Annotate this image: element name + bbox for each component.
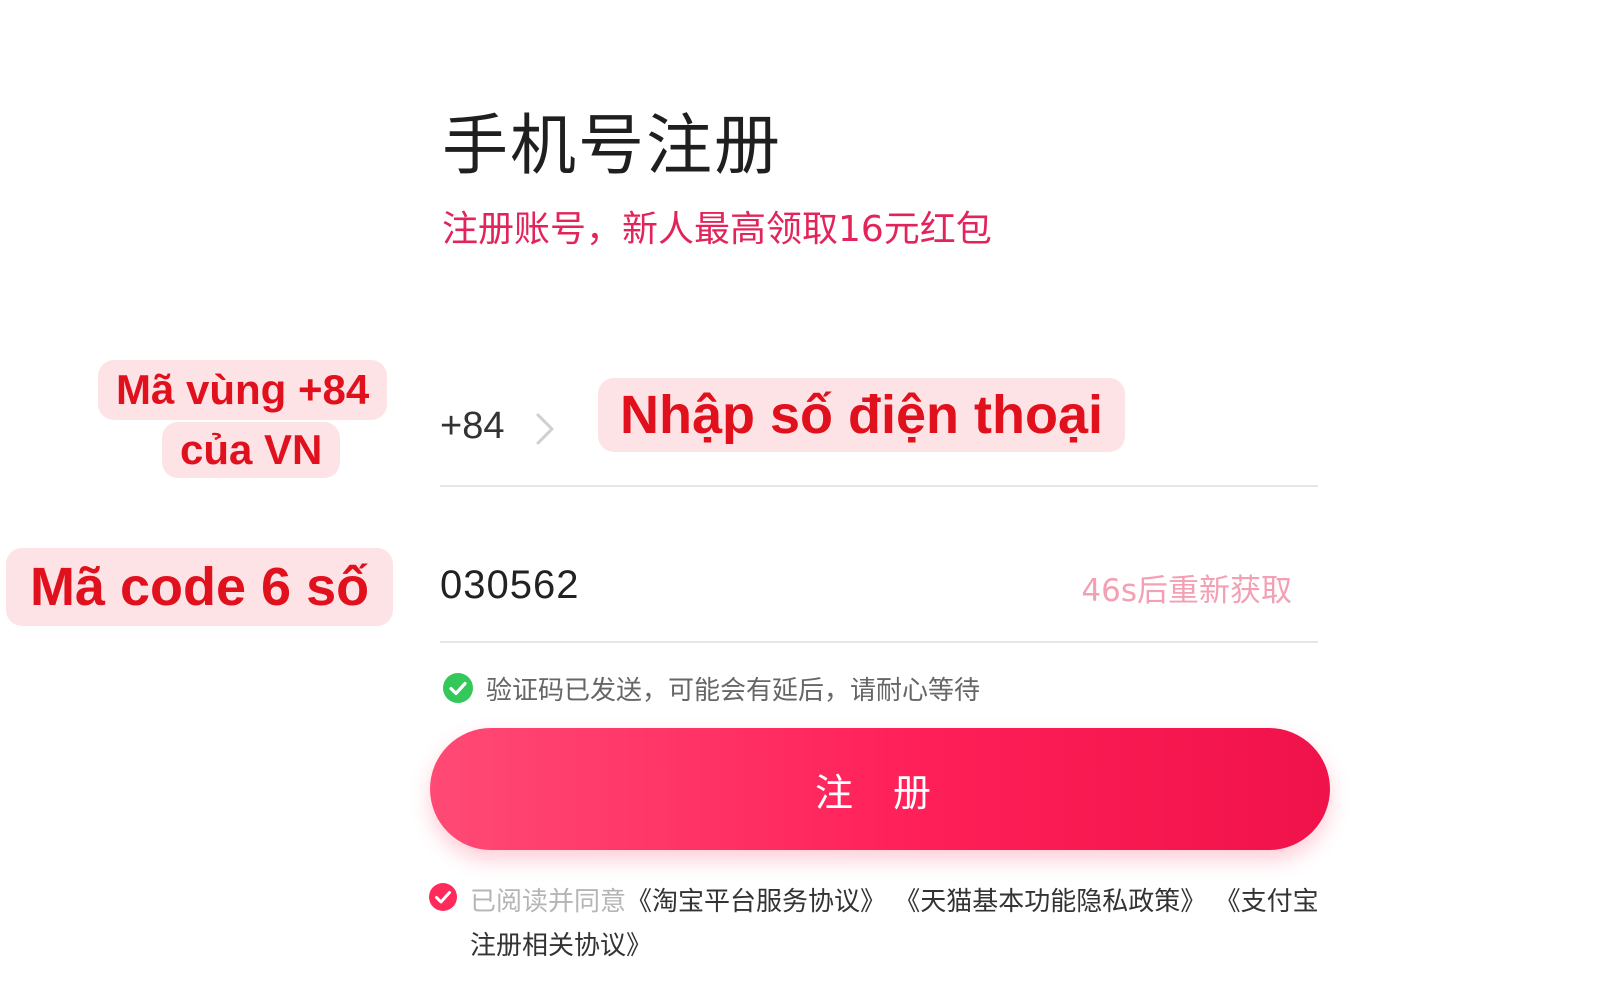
agreement-text: 已阅读并同意《淘宝平台服务协议》 《天猫基本功能隐私政策》 《支付宝注册相关协议… <box>470 880 1340 968</box>
code-sent-text: 验证码已发送，可能会有延后，请耐心等待 <box>486 675 981 706</box>
code-annotation: Mã code 6 số <box>6 548 394 626</box>
register-button-label: 注 册 <box>814 770 946 815</box>
code-sent-notice: 验证码已发送，可能会有延后，请耐心等待 <box>442 668 980 708</box>
promo-subtitle: 注册账号，新人最高领取16元红包 <box>442 209 992 250</box>
register-button[interactable]: 注 册 <box>430 728 1330 850</box>
phone-number-annotation: Nhập số điện thoại <box>598 378 1126 452</box>
taobao-service-agreement-link[interactable]: 《淘宝平台服务协议》 <box>626 887 886 917</box>
verification-code-input[interactable]: 030562 <box>440 563 579 608</box>
checked-radio-icon[interactable] <box>428 882 458 912</box>
chevron-right-icon[interactable] <box>532 409 558 449</box>
check-circle-icon <box>443 673 473 703</box>
page-title: 手机号注册 <box>442 107 782 184</box>
area-code-annotation-line1: Mã vùng +84 <box>98 360 388 420</box>
tmall-privacy-policy-link[interactable]: 《天猫基本功能隐私政策》 <box>894 887 1206 917</box>
country-code-selector[interactable]: +84 <box>440 405 504 448</box>
area-code-annotation-line2: của VN <box>162 422 341 478</box>
verification-code-field[interactable]: 030562 46s后重新获取 <box>440 545 1318 643</box>
resend-code-button[interactable]: 46s后重新获取 <box>1081 565 1292 610</box>
agreement-prefix: 已阅读并同意 <box>470 887 627 917</box>
register-page: 手机号注册 注册账号，新人最高领取16元红包 +84 030562 46s后重新… <box>0 0 1600 1000</box>
